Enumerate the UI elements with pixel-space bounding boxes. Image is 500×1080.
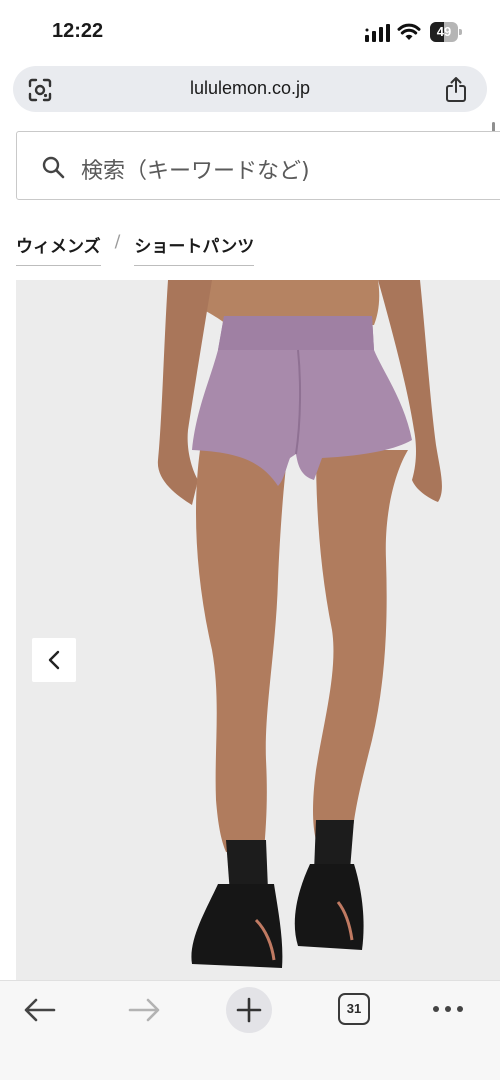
lens-icon[interactable]	[27, 77, 53, 103]
forward-arrow-icon[interactable]	[126, 995, 162, 1025]
url-bar[interactable]: lululemon.co.jp	[13, 66, 487, 112]
breadcrumb-item-shorts[interactable]: ショートパンツ	[134, 232, 255, 266]
back-arrow-icon[interactable]	[22, 995, 58, 1025]
product-photo-illustration	[157, 280, 442, 968]
plus-icon	[236, 997, 262, 1023]
wifi-icon	[397, 23, 421, 40]
chevron-left-icon	[48, 650, 60, 670]
signal-icon	[365, 24, 390, 42]
search-placeholder[interactable]: 検索（キーワードなど)	[81, 153, 310, 185]
status-time: 12:22	[52, 20, 104, 42]
battery-tip	[459, 29, 462, 35]
new-tab-button[interactable]	[226, 987, 272, 1033]
battery-body: 49	[430, 22, 458, 42]
share-icon[interactable]	[443, 75, 469, 103]
search-icon	[42, 156, 65, 179]
image-prev-button[interactable]	[32, 638, 76, 682]
url-text[interactable]: lululemon.co.jp	[73, 78, 427, 99]
breadcrumb-item-womens[interactable]: ウィメンズ	[16, 232, 101, 266]
battery-icon: 49	[430, 22, 462, 42]
browser-toolbar: 31	[0, 980, 500, 1080]
breadcrumb: ウィメンズ / ショートパンツ	[16, 232, 255, 268]
tabs-icon[interactable]: 31	[338, 993, 370, 1025]
more-dots-icon[interactable]	[430, 999, 466, 1019]
status-bar: 12:22 49	[0, 0, 500, 64]
search-input[interactable]: 検索（キーワードなど)	[16, 131, 500, 200]
breadcrumb-separator: /	[114, 232, 121, 252]
battery-level: 49	[436, 24, 452, 39]
product-image[interactable]	[16, 280, 500, 980]
